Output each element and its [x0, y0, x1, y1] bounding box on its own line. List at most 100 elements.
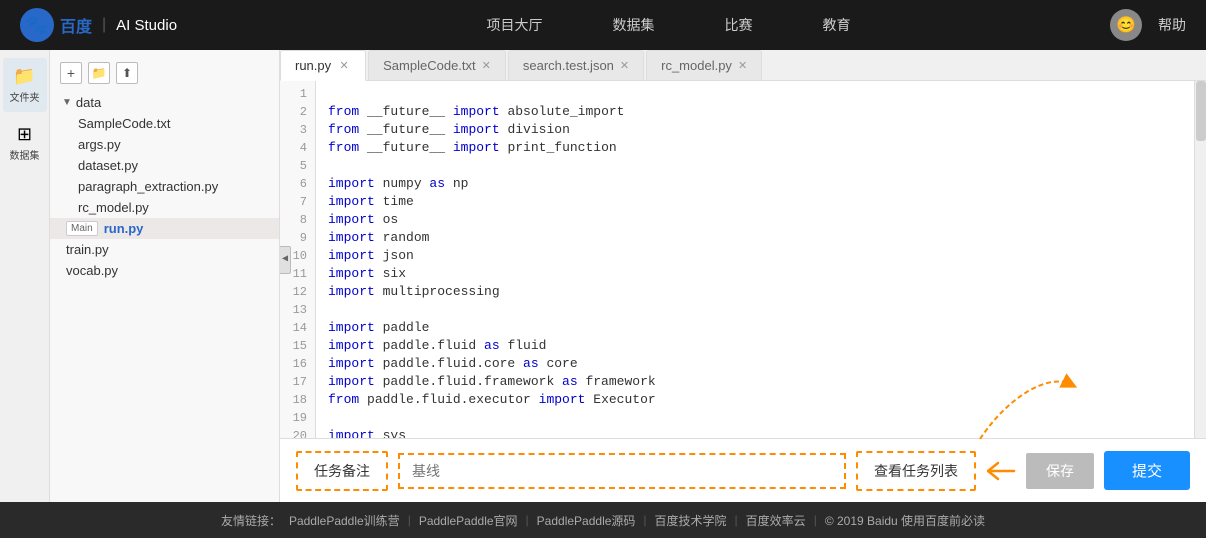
footer-sep-5: |	[814, 513, 817, 527]
logo: 🐾 百度 | AI Studio	[20, 8, 177, 42]
code-line-8: import random	[328, 230, 429, 245]
file-item-samplecode[interactable]: SampleCode.txt	[50, 113, 279, 134]
footer-link-2[interactable]: PaddlePaddle官网	[419, 512, 518, 529]
code-line-16: import paddle.fluid.framework as framewo…	[328, 374, 656, 389]
arrow-left-icon	[986, 459, 1016, 483]
datasets-label: 数据集	[10, 147, 40, 162]
code-line-11: import multiprocessing	[328, 284, 500, 299]
sidebar-item-files[interactable]: 📁 文件夹	[3, 58, 47, 112]
bottom-bar: 任务备注 查看任务列表 保存 提交	[280, 438, 1206, 502]
footer-copyright: © 2019 Baidu 使用百度前必读	[825, 512, 985, 529]
save-button[interactable]: 保存	[1026, 453, 1094, 489]
nav-right: 😊 帮助	[1110, 9, 1186, 41]
file-tree-toolbar: + 📁 ⬆	[50, 58, 279, 88]
footer-sep-1: |	[408, 513, 411, 527]
logo-divider: |	[102, 16, 106, 34]
tab-close-icon[interactable]: ✕	[337, 59, 351, 73]
file-label: dataset.py	[78, 158, 138, 173]
tab-label: run.py	[295, 58, 331, 73]
avatar[interactable]: 😊	[1110, 9, 1142, 41]
nav-item-education[interactable]: 教育	[823, 15, 851, 35]
sidebar-icons: 📁 文件夹 ⊞ 数据集	[0, 50, 50, 502]
code-line-6: import time	[328, 194, 414, 209]
editor-area: run.py ✕ SampleCode.txt ✕ search.test.js…	[280, 50, 1206, 502]
new-folder-icon[interactable]: 📁	[88, 62, 110, 84]
view-tasks-button[interactable]: 查看任务列表	[856, 451, 976, 491]
code-content: from __future__ import absolute_import f…	[316, 81, 1206, 438]
footer-link-3[interactable]: PaddlePaddle源码	[537, 512, 636, 529]
new-file-icon[interactable]: +	[60, 62, 82, 84]
tab-run-py[interactable]: run.py ✕	[280, 50, 366, 81]
code-line-3: from __future__ import print_function	[328, 140, 617, 155]
footer-sep-2: |	[526, 513, 529, 527]
tabs-bar: run.py ✕ SampleCode.txt ✕ search.test.js…	[280, 50, 1206, 81]
baseline-input[interactable]	[398, 453, 846, 489]
footer-link-5[interactable]: 百度效率云	[746, 512, 806, 529]
tab-close-icon[interactable]: ✕	[482, 59, 491, 72]
code-line-7: import os	[328, 212, 398, 227]
code-line-14: import paddle.fluid as fluid	[328, 338, 546, 353]
file-item-args[interactable]: args.py	[50, 134, 279, 155]
folder-name: data	[76, 95, 101, 110]
code-line-15: import paddle.fluid.core as core	[328, 356, 578, 371]
footer-prefix: 友情链接：	[221, 512, 281, 529]
code-editor[interactable]: 1 2 3 4 5 6 7 8 9 10 11 12 13 14 15 16 1…	[280, 81, 1206, 438]
logo-bear-icon: 🐾	[20, 8, 54, 42]
top-nav: 🐾 百度 | AI Studio 项目大厅 数据集 比赛 教育 😊 帮助	[0, 0, 1206, 50]
nav-item-datasets[interactable]: 数据集	[613, 15, 655, 35]
main-container: 📁 文件夹 ⊞ 数据集 + 📁 ⬆ ▼ data SampleCode.txt …	[0, 50, 1206, 502]
file-item-train[interactable]: train.py	[50, 239, 279, 260]
submit-button[interactable]: 提交	[1104, 451, 1190, 490]
tab-close-icon[interactable]: ✕	[620, 59, 629, 72]
tab-label: rc_model.py	[661, 58, 732, 73]
file-label: run.py	[104, 221, 144, 236]
file-item-rc-model[interactable]: rc_model.py	[50, 197, 279, 218]
code-line-9: import json	[328, 248, 414, 263]
scrollbar-track[interactable]	[1194, 81, 1206, 438]
code-line-19: import sys	[328, 428, 406, 438]
code-line-17: from paddle.fluid.executor import Execut…	[328, 392, 656, 407]
file-label: vocab.py	[66, 263, 118, 278]
code-line-1: from __future__ import absolute_import	[328, 104, 624, 119]
tab-samplecode[interactable]: SampleCode.txt ✕	[368, 50, 506, 80]
tab-search-json[interactable]: search.test.json ✕	[508, 50, 644, 80]
code-line-18	[328, 410, 336, 425]
footer-sep-4: |	[735, 513, 738, 527]
file-label: args.py	[78, 137, 121, 152]
file-label: paragraph_extraction.py	[78, 179, 218, 194]
collapse-handle[interactable]: ◀	[280, 246, 291, 274]
code-line-2: from __future__ import division	[328, 122, 570, 137]
file-item-paragraph[interactable]: paragraph_extraction.py	[50, 176, 279, 197]
footer-sep-3: |	[643, 513, 646, 527]
scrollbar-thumb[interactable]	[1196, 81, 1206, 141]
code-line-12	[328, 302, 336, 317]
code-line-5: import numpy as np	[328, 176, 468, 191]
folder-data[interactable]: ▼ data	[50, 92, 279, 113]
files-label: 文件夹	[10, 89, 40, 104]
datasets-icon: ⊞	[17, 124, 32, 145]
task-note-button[interactable]: 任务备注	[296, 451, 388, 491]
tab-rc-model[interactable]: rc_model.py ✕	[646, 50, 762, 80]
footer: 友情链接： PaddlePaddle训练营 | PaddlePaddle官网 |…	[0, 502, 1206, 538]
chevron-down-icon: ▼	[62, 97, 72, 108]
file-label: train.py	[66, 242, 109, 257]
file-item-dataset[interactable]: dataset.py	[50, 155, 279, 176]
nav-items: 项目大厅 数据集 比赛 教育	[227, 15, 1110, 35]
upload-icon[interactable]: ⬆	[116, 62, 138, 84]
main-badge: Main	[66, 221, 98, 236]
file-item-run[interactable]: Main run.py	[50, 218, 279, 239]
code-line-4	[328, 158, 336, 173]
file-tree: + 📁 ⬆ ▼ data SampleCode.txt args.py data…	[50, 50, 280, 502]
file-label: SampleCode.txt	[78, 116, 171, 131]
logo-brand: 百度	[60, 13, 92, 37]
footer-link-1[interactable]: PaddlePaddle训练营	[289, 512, 400, 529]
tab-close-icon[interactable]: ✕	[738, 59, 747, 72]
nav-item-projects[interactable]: 项目大厅	[487, 15, 543, 35]
logo-studio: AI Studio	[116, 17, 177, 34]
file-label: rc_model.py	[78, 200, 149, 215]
help-link[interactable]: 帮助	[1158, 15, 1186, 35]
nav-item-competition[interactable]: 比赛	[725, 15, 753, 35]
sidebar-item-datasets[interactable]: ⊞ 数据集	[3, 116, 47, 170]
file-item-vocab[interactable]: vocab.py	[50, 260, 279, 281]
footer-link-4[interactable]: 百度技术学院	[655, 512, 727, 529]
